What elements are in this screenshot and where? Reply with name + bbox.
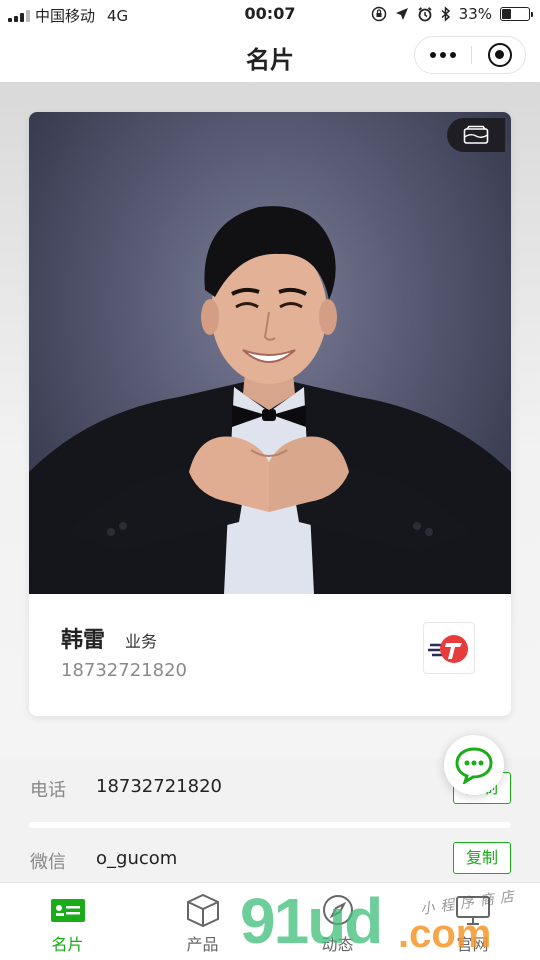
compass-icon xyxy=(322,895,353,925)
status-right: 33% xyxy=(371,5,533,23)
battery-percent: 33% xyxy=(458,5,492,23)
bluetooth-icon xyxy=(441,6,450,22)
contact-name: 韩雷 xyxy=(61,628,106,653)
capsule-divider xyxy=(471,46,472,64)
tab-moments[interactable]: 动态 xyxy=(270,883,405,960)
contact-role: 业务 xyxy=(125,632,158,651)
tab-products-label: 产品 xyxy=(186,935,219,954)
more-icon[interactable] xyxy=(415,37,471,73)
photo-album-icon xyxy=(463,125,489,144)
business-card: 韩雷 业务 18732721820 xyxy=(29,112,511,716)
card-phone: 18732721820 xyxy=(61,660,187,681)
monitor-icon xyxy=(455,896,490,925)
tab-card-label: 名片 xyxy=(51,935,84,954)
company-logo-icon xyxy=(428,635,468,663)
chat-button[interactable] xyxy=(444,735,504,795)
company-logo xyxy=(423,622,475,674)
box-icon xyxy=(186,893,219,927)
tab-products[interactable]: 产品 xyxy=(135,883,270,960)
close-miniprogram-icon[interactable] xyxy=(488,43,512,67)
alarm-icon xyxy=(418,7,432,22)
battery-icon xyxy=(500,7,533,21)
wechat-value: o_gucom xyxy=(96,848,178,869)
nav-bar: 名片 xyxy=(0,28,540,82)
miniprogram-capsule xyxy=(414,36,526,74)
tab-website-label: 官网 xyxy=(456,935,489,954)
tab-moments-label: 动态 xyxy=(321,935,354,954)
person-illustration xyxy=(29,206,511,594)
status-bar: 中国移动 4G 00:07 33% xyxy=(0,0,540,28)
chat-bubble-icon xyxy=(455,747,493,784)
tab-website[interactable]: 官网 xyxy=(405,883,540,960)
wechat-row: 微信 o_gucom 复制 xyxy=(0,828,540,882)
wechat-label: 微信 xyxy=(30,852,66,873)
rotation-lock-icon xyxy=(371,6,386,22)
profile-photo[interactable] xyxy=(29,112,511,594)
tab-card[interactable]: 名片 xyxy=(0,883,135,960)
card-icon xyxy=(50,899,85,922)
tab-bar: 名片 产品 动态 官网 xyxy=(0,882,540,960)
phone-value: 18732721820 xyxy=(96,776,222,797)
phone-label: 电话 xyxy=(30,780,66,801)
album-button[interactable] xyxy=(447,118,505,152)
location-icon xyxy=(395,8,408,20)
copy-wechat-button[interactable]: 复制 xyxy=(453,842,511,874)
